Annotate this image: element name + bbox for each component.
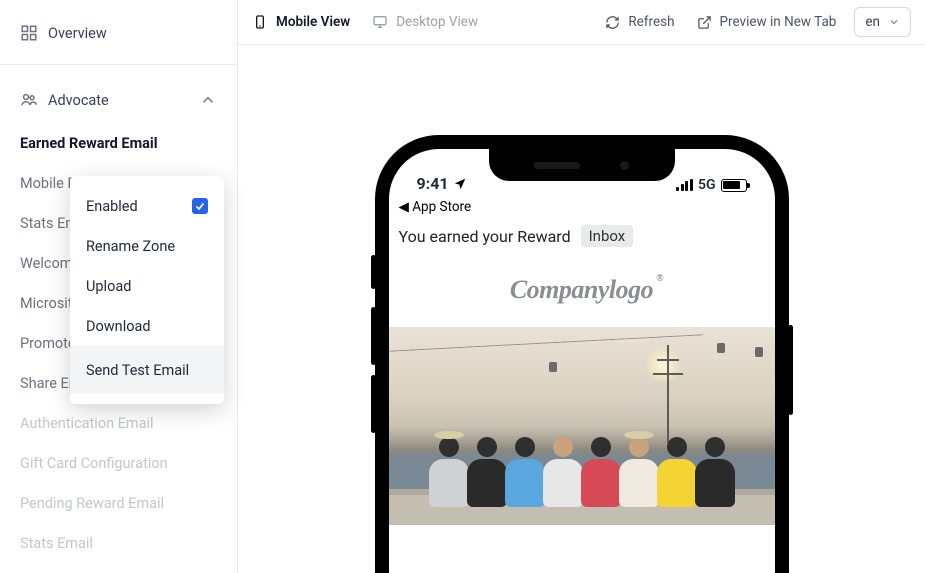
desktop-view-toggle[interactable]: Desktop View	[372, 14, 478, 30]
preview-label: Preview in New Tab	[720, 14, 837, 30]
phone-notch	[489, 149, 675, 181]
item-context-menu: Enabled Rename Zone Upload Download Send…	[70, 176, 224, 404]
menu-download-label: Download	[86, 318, 151, 335]
phone-mockup: 9:41 5G ◀ App Store You earned your	[375, 135, 789, 573]
mobile-icon	[252, 14, 268, 30]
chevron-down-icon	[888, 16, 900, 28]
phone-mute-switch	[371, 255, 376, 289]
sidebar-item[interactable]: Stats Email	[20, 523, 217, 563]
status-time: 9:41	[417, 174, 449, 193]
grid-icon	[20, 24, 38, 42]
email-subject: You earned your Reward	[399, 227, 571, 246]
refresh-icon	[605, 15, 620, 30]
enabled-checkbox[interactable]	[192, 198, 208, 214]
sidebar-item[interactable]: Earned Reward Email	[20, 123, 217, 163]
chevron-up-icon	[199, 91, 217, 109]
menu-rename-zone[interactable]: Rename Zone	[70, 226, 224, 266]
phone-volume-down	[371, 375, 376, 433]
menu-upload[interactable]: Upload	[70, 266, 224, 306]
external-link-icon	[697, 15, 712, 30]
menu-send-test-email[interactable]: Send Test Email	[70, 346, 224, 394]
battery-icon	[721, 179, 747, 192]
sidebar-item[interactable]: Authentication Email	[20, 403, 217, 443]
menu-enabled-label: Enabled	[86, 198, 138, 215]
menu-enabled[interactable]: Enabled	[70, 186, 224, 226]
preview-new-tab-button[interactable]: Preview in New Tab	[697, 14, 837, 30]
language-select[interactable]: en	[854, 7, 911, 37]
divider	[0, 64, 237, 65]
desktop-view-label: Desktop View	[396, 14, 478, 30]
email-subject-row: You earned your Reward Inbox	[389, 221, 775, 257]
phone-volume-up	[371, 307, 376, 365]
company-logo-text: Companylogo	[510, 275, 653, 304]
phone-screen: 9:41 5G ◀ App Store You earned your	[389, 149, 775, 573]
sidebar-item[interactable]: Pending Reward Email	[20, 483, 217, 523]
menu-upload-label: Upload	[86, 278, 131, 295]
signal-icon	[676, 179, 693, 191]
desktop-icon	[372, 14, 388, 30]
menu-rename-label: Rename Zone	[86, 238, 175, 255]
mobile-view-label: Mobile View	[276, 14, 350, 30]
refresh-label: Refresh	[628, 14, 674, 30]
menu-send-test-label: Send Test Email	[86, 362, 189, 379]
hero-image	[389, 327, 775, 525]
inbox-badge: Inbox	[581, 225, 634, 247]
mobile-view-toggle[interactable]: Mobile View	[252, 14, 350, 30]
location-icon	[453, 177, 467, 191]
overview-label: Overview	[48, 25, 107, 42]
preview-toolbar: Mobile View Desktop View Refresh Preview…	[238, 0, 925, 45]
language-value: en	[865, 14, 880, 30]
advocate-label: Advocate	[48, 92, 109, 109]
network-label: 5G	[698, 177, 716, 193]
email-headline: You've earned a 20% reward!	[389, 525, 775, 573]
menu-download[interactable]: Download	[70, 306, 224, 346]
company-logo: Companylogo®	[389, 257, 775, 327]
back-to-appstore: ◀ App Store	[389, 197, 775, 221]
phone-power-button	[788, 325, 793, 415]
advocate-section[interactable]: Advocate	[0, 77, 237, 123]
users-icon	[20, 91, 38, 109]
sidebar-item[interactable]: Gift Card Configuration	[20, 443, 217, 483]
refresh-button[interactable]: Refresh	[605, 14, 674, 30]
check-icon	[194, 200, 206, 212]
overview-link[interactable]: Overview	[0, 10, 237, 56]
